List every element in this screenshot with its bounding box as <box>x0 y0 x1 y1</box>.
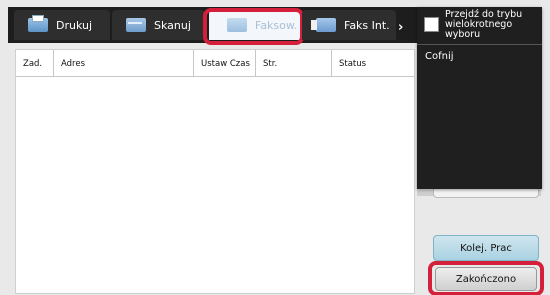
column-header-status[interactable]: Status <box>332 50 416 77</box>
chevron-right-icon[interactable]: › <box>398 20 403 35</box>
menu-divider <box>417 44 542 45</box>
app-frame: Drukuj Skanuj Faksow. Faks Int. › Zad. A… <box>0 0 550 295</box>
back-menu-item[interactable]: Cofnij <box>425 51 454 62</box>
table-header: Zad. Adres Ustaw Czas Str. Status <box>16 50 414 77</box>
multi-select-checkbox[interactable] <box>424 17 439 32</box>
tab-internet-fax-label: Faks Int. <box>344 18 390 32</box>
tab-internet-fax[interactable]: Faks Int. <box>302 10 396 40</box>
fax-tab-highlight <box>203 8 304 45</box>
job-table: Zad. Adres Ustaw Czas Str. Status <box>15 49 415 294</box>
column-header-address[interactable]: Adres <box>54 50 194 77</box>
internet-fax-icon <box>311 18 336 32</box>
job-queue-button[interactable]: Kolej. Prac <box>433 235 539 261</box>
tab-scan[interactable]: Skanuj <box>112 10 205 40</box>
tab-scan-label: Skanuj <box>154 18 191 32</box>
completed-button-highlight <box>428 261 544 295</box>
column-header-job[interactable]: Zad. <box>16 50 54 77</box>
printer-icon <box>28 15 48 32</box>
column-header-pages[interactable]: Str. <box>256 50 332 77</box>
multi-select-label: Przejdź do trybu wielokrotnego wyboru <box>445 8 523 40</box>
scanner-icon <box>126 18 146 32</box>
tab-print[interactable]: Drukuj <box>14 10 110 40</box>
column-header-set-time[interactable]: Ustaw Czas <box>194 50 256 77</box>
multi-select-option[interactable]: Przejdź do trybu wielokrotnego wyboru <box>417 7 542 42</box>
tab-print-label: Drukuj <box>56 18 93 32</box>
action-dropdown-menu: Przejdź do trybu wielokrotnego wyboru Co… <box>417 7 542 189</box>
